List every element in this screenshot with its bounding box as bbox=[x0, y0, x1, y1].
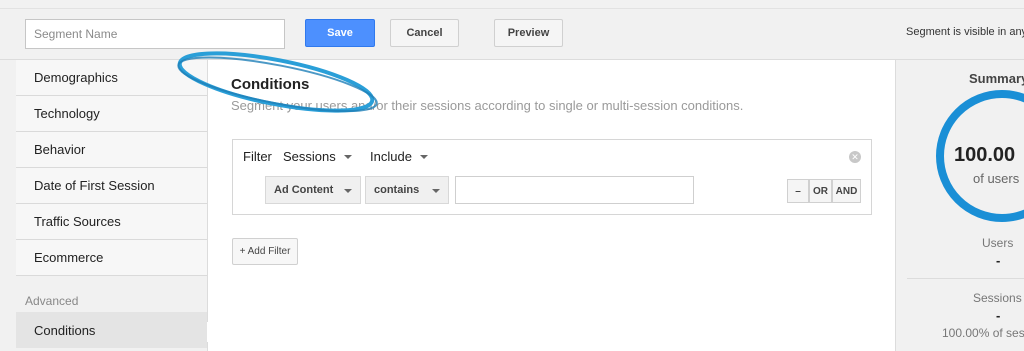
segment-name-input[interactable] bbox=[25, 19, 285, 49]
sidebar-item-demographics[interactable]: Demographics bbox=[16, 60, 207, 96]
summary-panel: Summary 100.00 of users Users - Sessions… bbox=[896, 60, 1024, 351]
page-subtitle: Segment your users and/or their sessions… bbox=[231, 98, 744, 113]
sessions-value: - bbox=[996, 308, 1001, 323]
scope-dropdown[interactable]: Sessions bbox=[283, 149, 352, 164]
filter-label: Filter bbox=[243, 149, 272, 164]
chevron-down-icon bbox=[344, 189, 352, 193]
summary-of-users: of users bbox=[973, 171, 1020, 186]
remove-condition-button[interactable]: – bbox=[787, 179, 809, 203]
page-title: Conditions bbox=[231, 76, 310, 93]
sidebar-item-traffic-sources[interactable]: Traffic Sources bbox=[16, 204, 207, 240]
header-bar: Save Cancel Preview Segment is visible i… bbox=[0, 0, 1024, 60]
close-icon[interactable]: ✕ bbox=[849, 151, 861, 163]
sidebar-item-technology[interactable]: Technology bbox=[16, 96, 207, 132]
sidebar-item-ecommerce[interactable]: Ecommerce bbox=[16, 240, 207, 276]
visibility-text: Segment is visible in any bbox=[906, 26, 1024, 38]
save-button[interactable]: Save bbox=[305, 19, 375, 47]
sidebar-item-behavior[interactable]: Behavior bbox=[16, 132, 207, 168]
preview-button[interactable]: Preview bbox=[494, 19, 563, 47]
summary-percent: 100.00 bbox=[954, 144, 1016, 166]
cancel-button[interactable]: Cancel bbox=[390, 19, 459, 47]
mode-value: Include bbox=[370, 149, 412, 164]
dimension-dropdown[interactable]: Ad Content bbox=[265, 176, 361, 204]
sessions-percent: 100.00% of ses bbox=[942, 326, 1024, 340]
summary-divider bbox=[907, 278, 1024, 279]
conditions-panel: Conditions Segment your users and/or the… bbox=[208, 60, 896, 351]
operator-dropdown[interactable]: contains bbox=[365, 176, 449, 204]
add-filter-button[interactable]: + Add Filter bbox=[232, 238, 298, 265]
scope-value: Sessions bbox=[283, 149, 336, 164]
chevron-down-icon bbox=[419, 154, 428, 159]
top-divider bbox=[0, 8, 1024, 9]
segment-sidebar: Demographics Technology Behavior Date of… bbox=[16, 60, 208, 351]
and-button[interactable]: AND bbox=[832, 179, 861, 203]
chevron-down-icon bbox=[432, 189, 440, 193]
mode-dropdown[interactable]: Include bbox=[370, 149, 428, 164]
operator-value: contains bbox=[374, 184, 420, 196]
chevron-down-icon bbox=[343, 154, 352, 159]
sidebar-group-advanced: Advanced bbox=[25, 294, 79, 308]
or-button[interactable]: OR bbox=[809, 179, 832, 203]
sessions-label: Sessions bbox=[973, 291, 1022, 305]
dimension-value: Ad Content bbox=[274, 184, 334, 196]
sidebar-item-conditions[interactable]: Conditions bbox=[16, 312, 207, 348]
condition-value-input[interactable] bbox=[455, 176, 694, 204]
users-value: - bbox=[996, 253, 1001, 268]
sidebar-item-date-of-first-session[interactable]: Date of First Session bbox=[16, 168, 207, 204]
filter-card: Filter Sessions Include ✕ Ad Content con… bbox=[232, 139, 872, 215]
users-label: Users bbox=[982, 236, 1014, 250]
